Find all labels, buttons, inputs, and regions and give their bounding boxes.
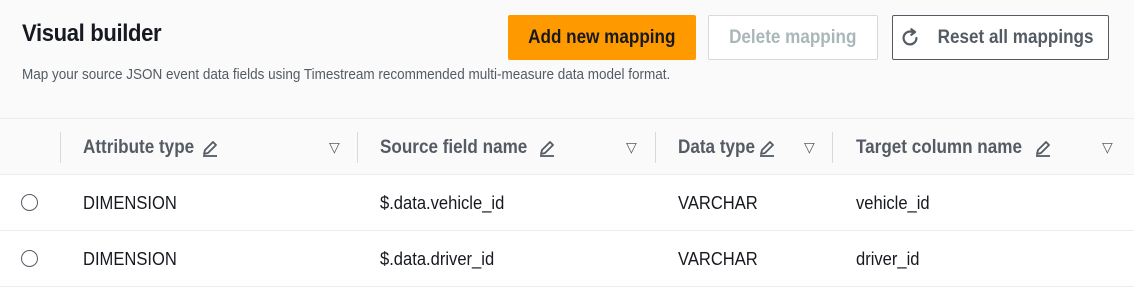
cell-text: vehicle_id [856, 192, 930, 213]
cell-text: DIMENSION [83, 248, 177, 269]
reset-all-mappings-label: Reset all mappings [937, 26, 1094, 48]
cell-text: $.data.vehicle_id [380, 192, 505, 213]
column-divider[interactable] [832, 132, 833, 163]
sort-down-triangle-icon[interactable]: ▽ [804, 119, 815, 176]
column-divider[interactable] [655, 132, 656, 163]
page-description: Map your source JSON event data fields u… [22, 66, 671, 83]
table-row[interactable]: DIMENSION $.data.vehicle_id VARCHAR vehi… [0, 175, 1148, 231]
column-header-source-field-name[interactable]: Source field name [380, 119, 556, 176]
pencil-icon [539, 140, 554, 157]
pencil-icon [1036, 140, 1051, 157]
add-new-mapping-label: Add new mapping [528, 26, 676, 48]
column-header-target-column-name[interactable]: Target column name [856, 119, 1052, 176]
add-new-mapping-button[interactable]: Add new mapping [508, 15, 696, 60]
delete-mapping-label: Delete mapping [729, 26, 857, 48]
cell-text: VARCHAR [678, 192, 758, 213]
visual-builder-header: Visual builder Map your source JSON even… [0, 0, 1148, 118]
column-divider[interactable] [357, 132, 358, 163]
source-field-cell: $.data.vehicle_id [380, 175, 515, 231]
table-row[interactable]: DIMENSION $.data.driver_id VARCHAR drive… [0, 231, 1148, 287]
data-type-cell: VARCHAR [678, 231, 765, 287]
table-header: Attribute type ▽ Source field name ▽ Dat… [0, 118, 1148, 175]
source-field-cell: $.data.driver_id [380, 231, 504, 287]
sort-down-triangle-icon[interactable]: ▽ [1102, 119, 1113, 176]
pencil-icon [202, 140, 217, 157]
row-select-radio[interactable] [21, 194, 38, 211]
row-select-radio[interactable] [21, 250, 38, 267]
target-column-cell: vehicle_id [856, 175, 936, 231]
column-header-attribute-type[interactable]: Attribute type [83, 119, 219, 176]
attribute-type-cell: DIMENSION [83, 175, 185, 231]
cell-text: driver_id [856, 248, 920, 269]
column-label: Source field name [380, 136, 528, 158]
page-title: Visual builder [22, 20, 162, 47]
column-label: Attribute type [83, 136, 195, 158]
reset-all-mappings-button[interactable]: Reset all mappings [892, 15, 1109, 60]
column-label: Target column name [856, 136, 1022, 158]
sort-down-triangle-icon[interactable]: ▽ [329, 119, 340, 176]
sort-down-triangle-icon[interactable]: ▽ [626, 119, 637, 176]
target-column-cell: driver_id [856, 231, 925, 287]
scroll-edge [1134, 0, 1148, 294]
delete-mapping-button[interactable]: Delete mapping [708, 15, 878, 60]
data-type-cell: VARCHAR [678, 175, 765, 231]
cell-text: DIMENSION [83, 192, 177, 213]
cell-text: VARCHAR [678, 248, 758, 269]
cell-text: $.data.driver_id [380, 248, 495, 269]
pencil-icon [759, 140, 774, 157]
column-divider [60, 132, 61, 163]
column-label: Data type [678, 136, 755, 158]
column-header-data-type[interactable]: Data type [678, 119, 776, 176]
refresh-icon [902, 27, 918, 45]
attribute-type-cell: DIMENSION [83, 231, 185, 287]
